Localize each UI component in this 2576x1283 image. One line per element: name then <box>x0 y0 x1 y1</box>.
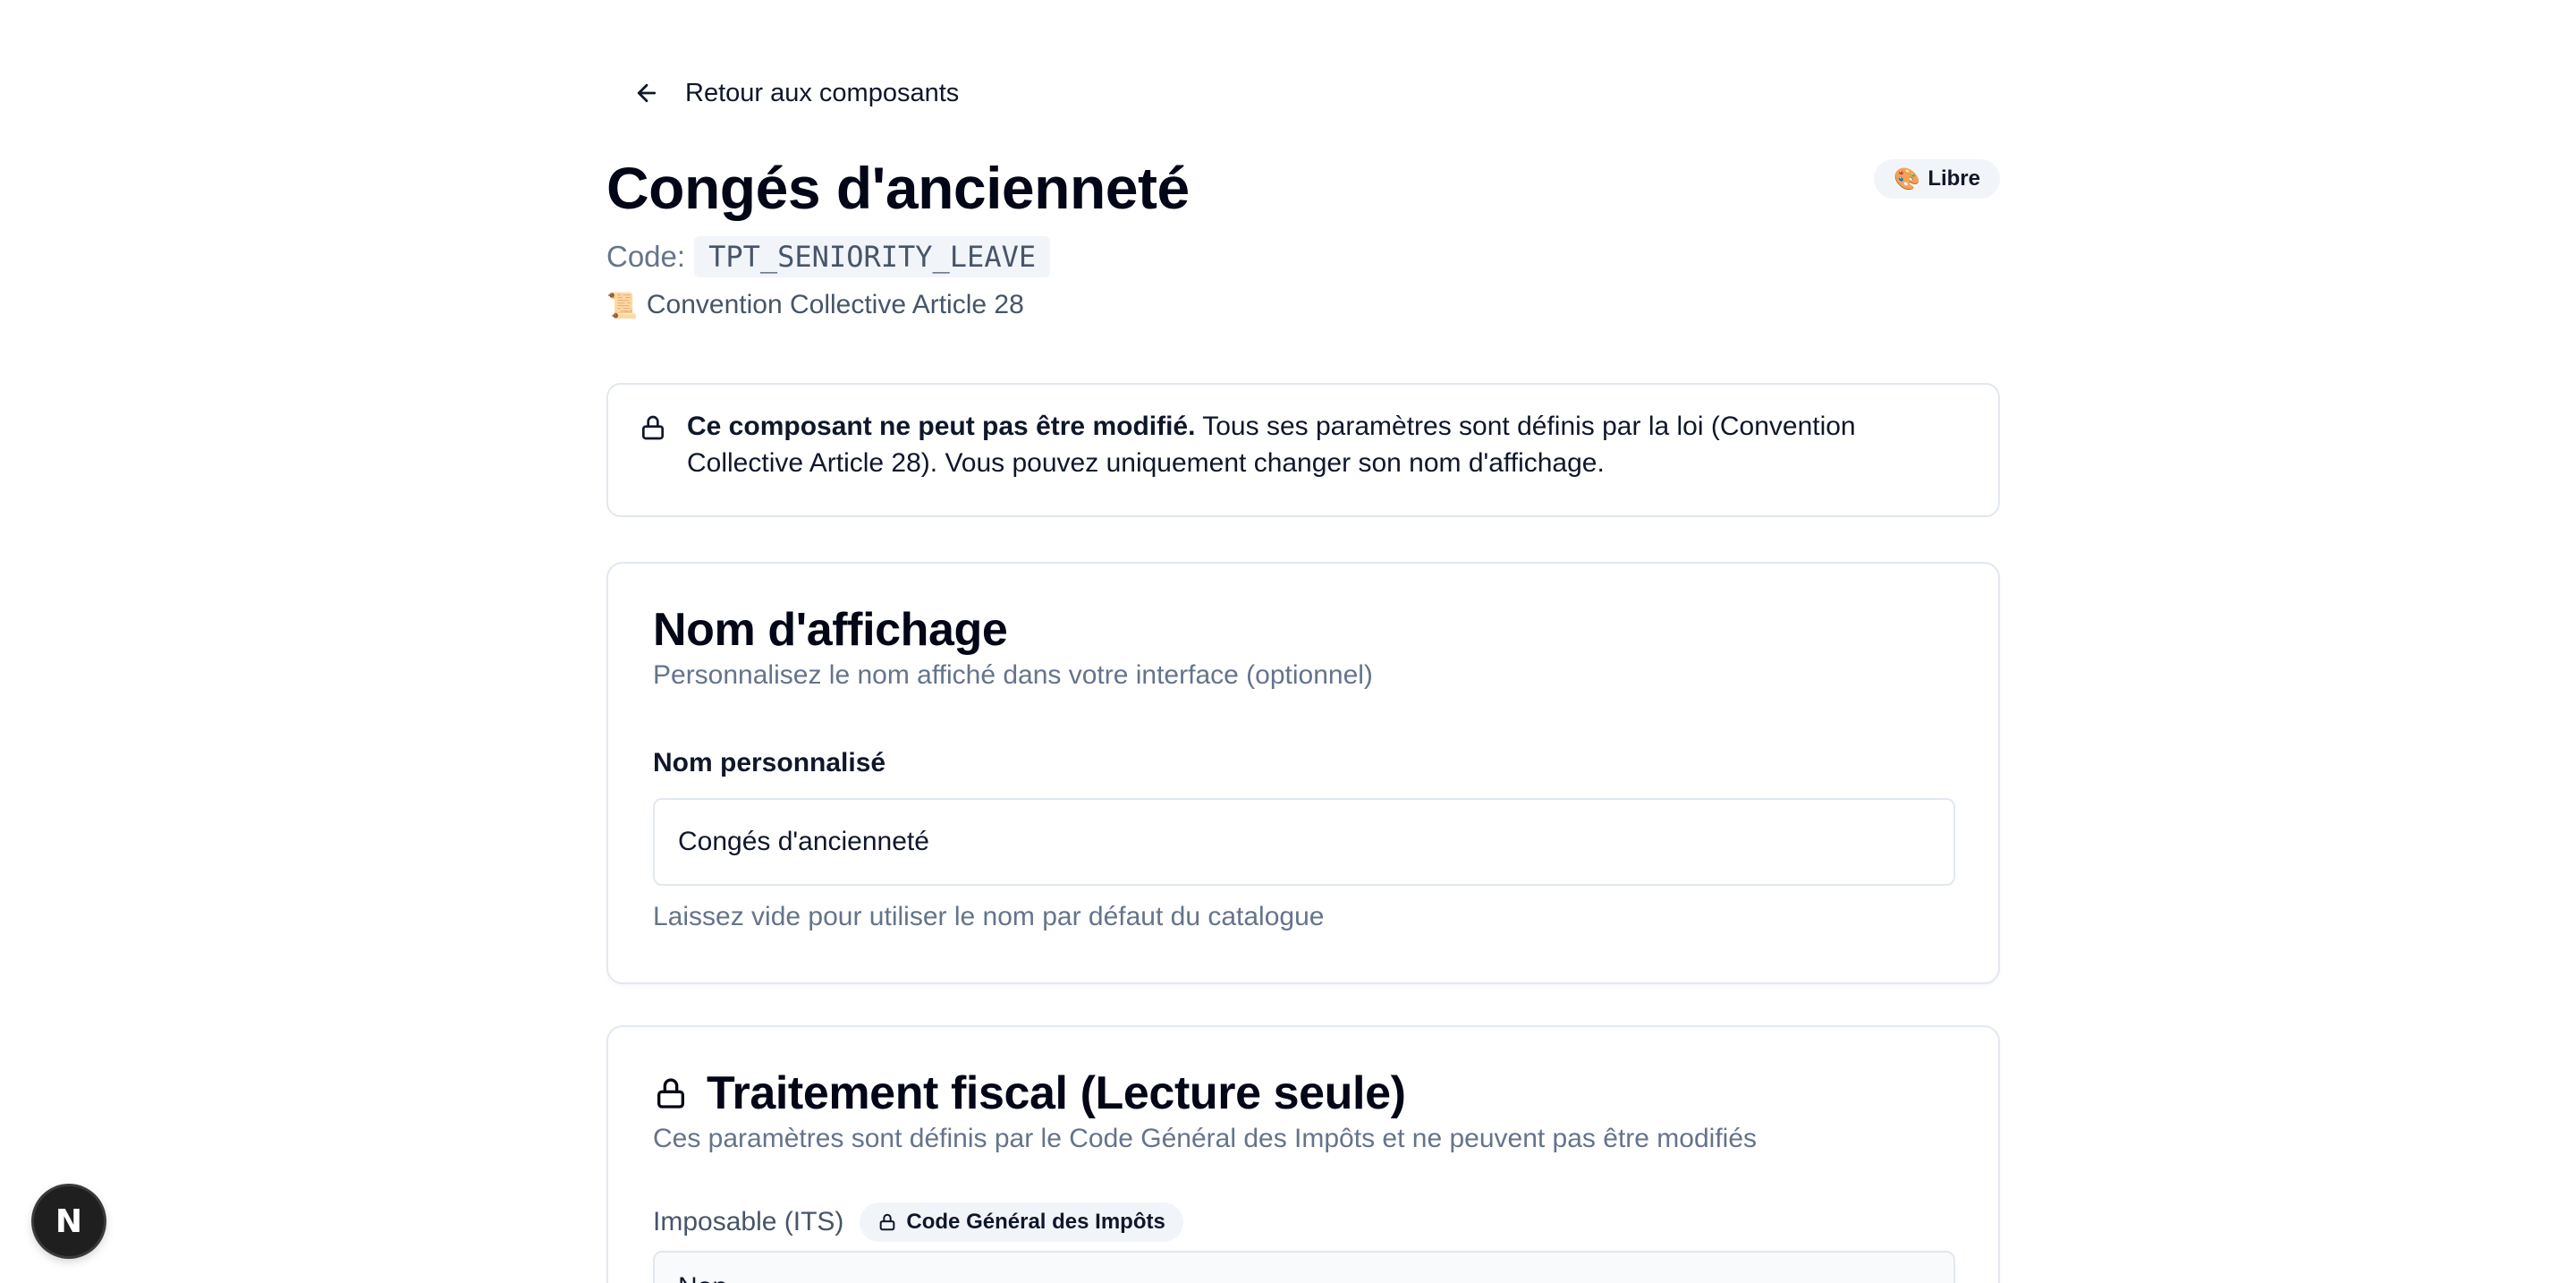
alert-bold-text: Ce composant ne peut pas être modifié. <box>687 412 1196 441</box>
display-name-title-text: Nom d'affichage <box>653 604 1008 656</box>
back-label: Retour aux composants <box>685 78 960 107</box>
cgi-badge: Code Général des Impôts <box>860 1202 1183 1242</box>
display-name-description: Personnalisez le nom affiché dans votre … <box>653 660 1373 690</box>
imposable-value: Non <box>678 1272 727 1283</box>
lock-icon <box>642 415 664 440</box>
custom-name-input[interactable] <box>653 798 1955 886</box>
page: Retour aux composants Congés d'anciennet… <box>0 0 2576 1283</box>
nextjs-dev-indicator-button[interactable]: N <box>34 1186 104 1256</box>
custom-name-helper: Laissez vide pour utiliser le nom par dé… <box>653 902 1325 931</box>
alert-message: Ce composant ne peut pas être modifié. T… <box>687 408 1957 481</box>
fiscal-treatment-description: Ces paramètres sont définis par le Code … <box>653 1124 1757 1153</box>
back-to-components-button[interactable]: Retour aux composants <box>619 70 973 116</box>
imposable-readonly-field: Non <box>653 1251 1955 1283</box>
component-code-row: Code: TPT_SENIORITY_LEAVE <box>606 236 1051 277</box>
nextjs-logo-icon: N <box>55 1202 83 1240</box>
legal-source-row: 📜 Convention Collective Article 28 <box>606 290 1024 320</box>
status-badge-libre: 🎨 Libre <box>1874 159 2000 199</box>
code-label: Code: <box>606 240 686 273</box>
cgi-badge-label: Code Général des Impôts <box>906 1210 1165 1234</box>
imposable-row: Imposable (ITS) Code Général des Impôts <box>653 1202 1183 1242</box>
locked-component-alert: Ce composant ne peut pas être modifié. T… <box>606 383 2000 517</box>
imposable-label: Imposable (ITS) <box>653 1207 844 1236</box>
arrow-left-icon <box>637 83 657 103</box>
display-name-title: Nom d'affichage <box>653 603 1008 657</box>
palette-icon: 🎨 <box>1894 166 1921 191</box>
custom-name-label: Nom personnalisé <box>653 748 886 777</box>
badge-label: Libre <box>1928 166 1980 191</box>
display-name-card: Nom d'affichage Personnalisez le nom aff… <box>606 562 2000 984</box>
lock-icon <box>657 1078 684 1109</box>
fiscal-treatment-title-text: Traitement fiscal (Lecture seule) <box>707 1067 1406 1119</box>
scroll-icon: 📜 <box>606 291 638 319</box>
fiscal-treatment-title: Traitement fiscal (Lecture seule) <box>653 1066 1406 1120</box>
fiscal-treatment-card: Traitement fiscal (Lecture seule) Ces pa… <box>606 1025 2000 1283</box>
component-code: TPT_SENIORITY_LEAVE <box>694 236 1051 277</box>
page-title: Congés d'ancienneté <box>606 155 1190 221</box>
lock-icon <box>880 1213 895 1231</box>
legal-source-label: Convention Collective Article 28 <box>646 290 1024 319</box>
